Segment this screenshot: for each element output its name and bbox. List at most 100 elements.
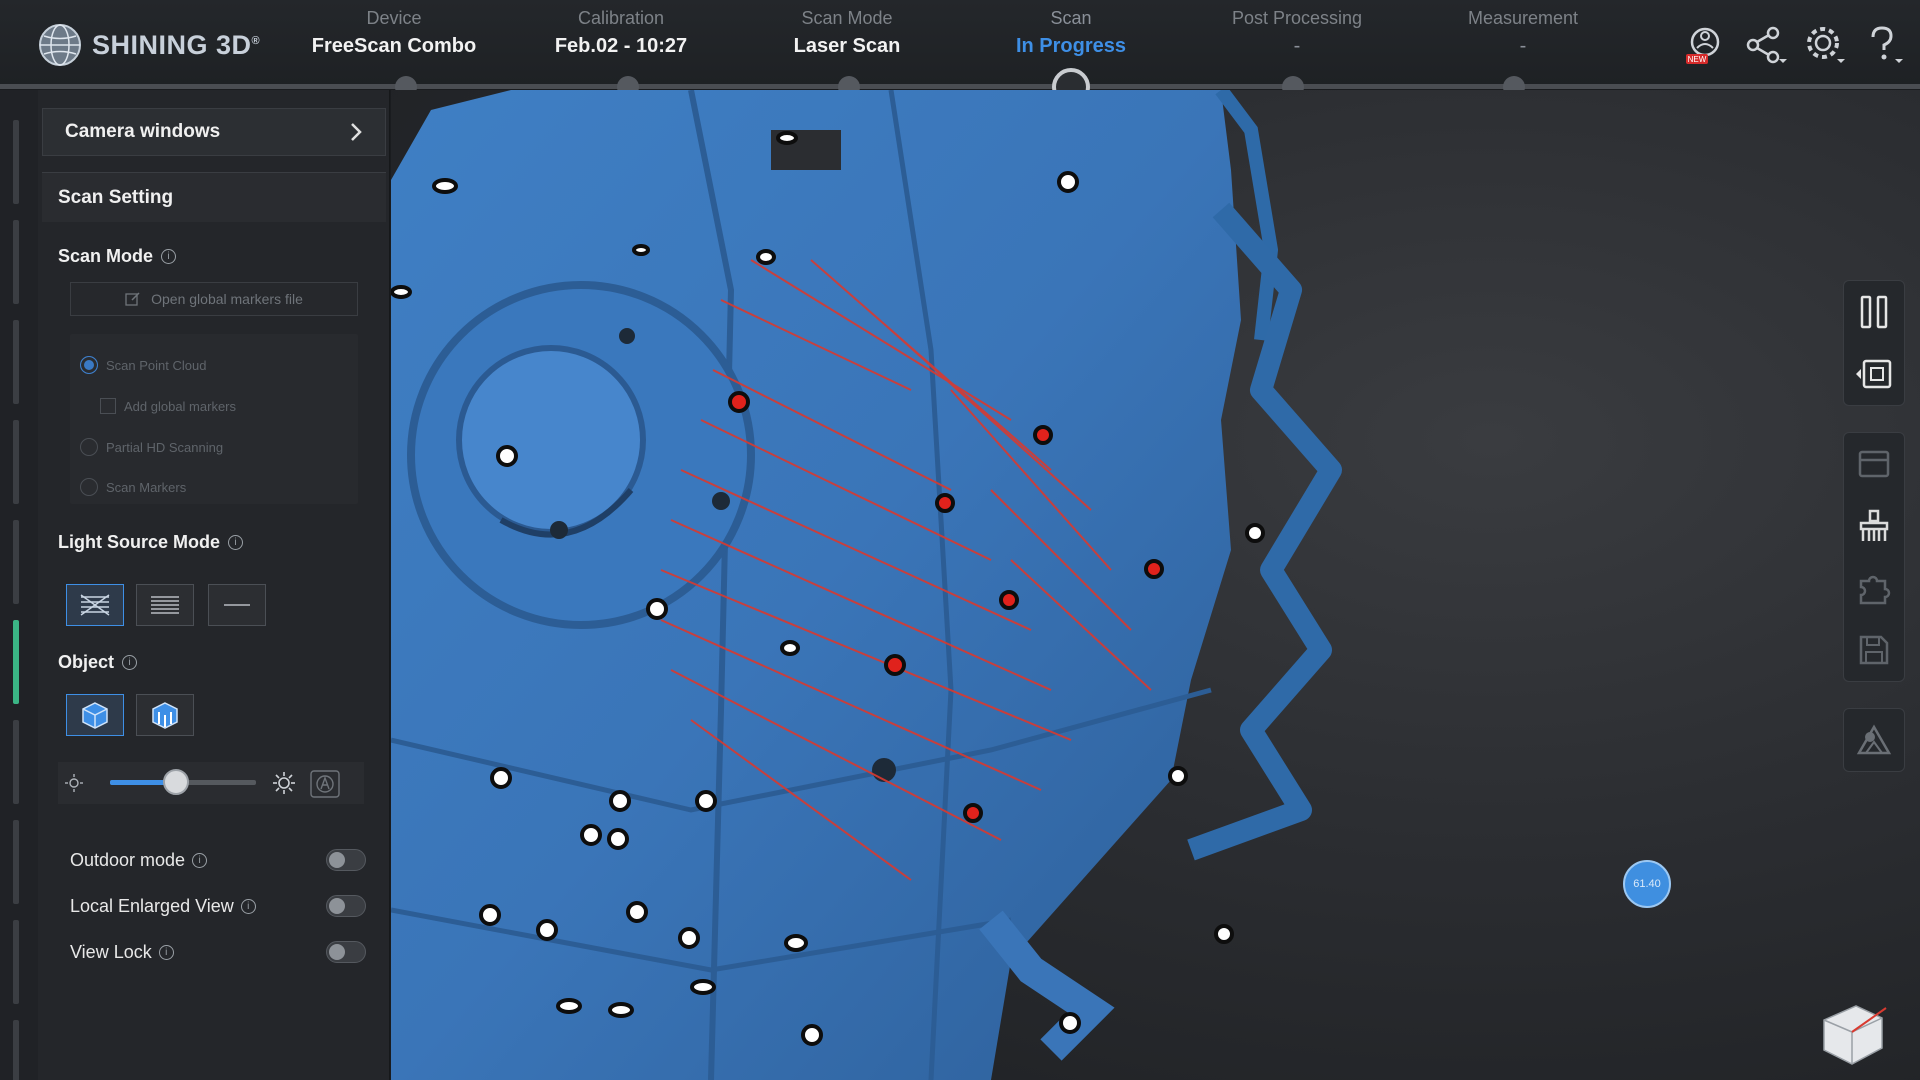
frame-rate-badge: 61.40 <box>1623 860 1671 908</box>
panel-icon <box>1858 450 1890 478</box>
scan-setting-header: Scan Setting <box>42 172 386 222</box>
object-title: Object i <box>58 652 138 673</box>
open-global-markers-label: Open global markers file <box>151 291 303 307</box>
light-source-label: Light Source Mode <box>58 532 220 552</box>
radio[interactable] <box>80 478 98 496</box>
view-tools-group <box>1843 708 1905 772</box>
rail-segment <box>13 320 19 404</box>
add-global-markers-option[interactable]: Add global markers <box>100 398 236 414</box>
step-calibration[interactable]: Calibration Feb.02 - 10:27 <box>521 8 721 58</box>
scan-mode-title: Scan Mode i <box>58 246 177 267</box>
outdoor-mode-toggle[interactable] <box>326 849 366 871</box>
brand-name: SHINING 3D® <box>92 29 261 60</box>
scan-setting-title: Scan Setting <box>58 186 174 208</box>
svg-text:NEW: NEW <box>1688 55 1707 64</box>
help-button[interactable] <box>1858 20 1908 70</box>
scan-control-group <box>1843 280 1905 406</box>
light-source-parallel-lines-button[interactable] <box>136 584 194 626</box>
step-post-processing[interactable]: Post Processing - <box>1197 8 1397 58</box>
outdoor-mode-label: Outdoor mode i <box>70 850 208 871</box>
brightness-slider[interactable] <box>110 769 256 795</box>
info-icon[interactable]: i <box>192 852 208 868</box>
settings-button[interactable] <box>1800 20 1850 70</box>
step-measurement[interactable]: Measurement - <box>1423 8 1623 58</box>
step-value: FreeScan Combo <box>311 35 477 57</box>
mode-label: Partial HD Scanning <box>106 439 224 455</box>
slider-handle[interactable] <box>162 769 189 795</box>
clip-plane-button[interactable] <box>1844 433 1904 495</box>
share-button[interactable] <box>1740 20 1790 70</box>
info-icon[interactable]: i <box>158 944 174 960</box>
pause-icon <box>1860 295 1888 329</box>
pause-button[interactable] <box>1844 281 1904 343</box>
step-value: - <box>1519 35 1527 57</box>
rail-segment <box>13 120 19 204</box>
info-icon[interactable]: i <box>161 249 177 264</box>
step-device[interactable]: Device FreeScan Combo <box>294 8 494 58</box>
fit-view-button[interactable] <box>1844 343 1904 405</box>
radio[interactable] <box>80 438 98 456</box>
scan-settings-panel: Camera windows Scan Setting Scan Mode i … <box>38 90 390 1080</box>
brightness-control <box>58 762 364 804</box>
step-value: Laser Scan <box>793 35 901 57</box>
camera-windows-toggle[interactable]: Camera windows <box>42 108 386 156</box>
gear-icon <box>1807 27 1845 63</box>
object-striped-button[interactable] <box>136 694 194 736</box>
scan-mode-options: Scan Point Cloud Add global markers Part… <box>70 334 358 504</box>
local-enlarged-view-toggle[interactable] <box>326 895 366 917</box>
save-button[interactable] <box>1844 619 1904 681</box>
auto-exposure-icon[interactable] <box>310 770 340 798</box>
object-label: Object <box>58 652 115 672</box>
top-bar: SHINING 3D® Device FreeScan Combo Calibr… <box>0 0 1920 88</box>
mode-scan-markers[interactable]: Scan Markers <box>80 478 186 496</box>
info-icon[interactable]: i <box>240 898 256 914</box>
open-global-markers-button[interactable]: Open global markers file <box>70 282 358 316</box>
view-lock-toggle[interactable] <box>326 941 366 963</box>
step-label: Calibration <box>577 8 665 28</box>
step-label: Measurement <box>1467 8 1579 28</box>
rail-segment <box>13 220 19 304</box>
clean-button[interactable] <box>1844 495 1904 557</box>
info-icon[interactable]: i <box>122 655 138 670</box>
single-line-icon <box>224 604 250 606</box>
mode-partial-hd[interactable]: Partial HD Scanning <box>80 438 223 456</box>
radio-selected[interactable] <box>80 356 98 374</box>
triangle-mesh-icon <box>1856 724 1892 755</box>
light-source-multi-line-button[interactable] <box>66 584 124 626</box>
mode-label: Scan Markers <box>106 479 187 495</box>
new-feature-button[interactable]: NEW <box>1680 20 1730 70</box>
view-lock-row: View Lock i <box>70 937 366 967</box>
frame-view-icon <box>1856 359 1892 389</box>
rail-segment <box>13 1020 19 1080</box>
merge-button[interactable] <box>1844 557 1904 619</box>
mesh-display-button[interactable] <box>1844 709 1904 771</box>
scan-viewport[interactable] <box>391 90 1920 1080</box>
app-logo: SHINING 3D® <box>38 22 260 68</box>
outdoor-mode-row: Outdoor mode i <box>70 845 366 875</box>
navigation-cube-icon[interactable] <box>1818 996 1888 1068</box>
cross-lines-icon <box>80 594 110 616</box>
edit-file-icon <box>125 292 140 306</box>
rail-segment-active <box>13 620 19 704</box>
rail-segment <box>13 420 19 504</box>
checkbox[interactable] <box>100 398 116 414</box>
object-solid-button[interactable] <box>66 694 124 736</box>
light-source-single-line-button[interactable] <box>208 584 266 626</box>
step-scan-mode[interactable]: Scan Mode Laser Scan <box>747 8 947 58</box>
step-value: Feb.02 - 10:27 <box>554 35 688 57</box>
mode-scan-point-cloud[interactable]: Scan Point Cloud <box>80 356 206 374</box>
scan-mode-label: Scan Mode <box>58 246 154 266</box>
new-feature-icon: NEW <box>1686 27 1720 64</box>
scan-mesh <box>391 90 1342 1080</box>
step-scan[interactable]: Scan In Progress <box>971 8 1171 58</box>
info-icon[interactable]: i <box>228 535 243 550</box>
step-value: In Progress <box>1015 35 1127 57</box>
help-icon <box>1871 26 1903 63</box>
puzzle-icon <box>1859 575 1891 605</box>
cube-icon <box>82 702 108 729</box>
step-value: - <box>1293 35 1301 57</box>
share-icon <box>1746 26 1787 64</box>
local-enlarged-view-row: Local Enlarged View i <box>70 891 366 921</box>
step-label: Scan Mode <box>801 8 893 28</box>
rail-segment <box>13 720 19 804</box>
